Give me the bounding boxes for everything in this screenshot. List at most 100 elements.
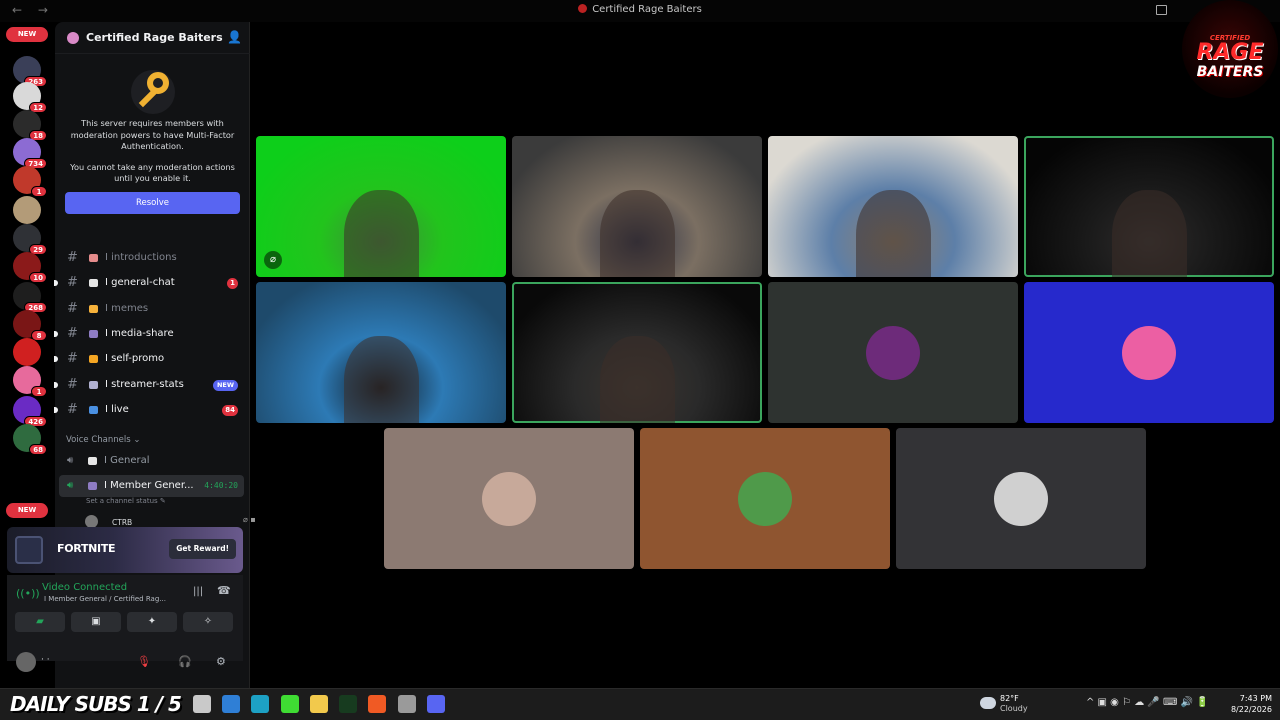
participant-silhouette xyxy=(855,189,931,277)
new-badge-top[interactable]: NEW xyxy=(6,27,48,42)
disconnect-icon[interactable]: ☎ xyxy=(217,584,231,597)
voice-member-name: CTRB xyxy=(112,518,133,527)
connection-status[interactable]: Video Connected xyxy=(42,582,127,593)
edge-icon[interactable] xyxy=(251,695,269,713)
voice-channel-member-general[interactable]: 🔊︎ I Member Gener... 4:40:20 xyxy=(59,475,244,497)
set-channel-status[interactable]: Set a channel status ✎ xyxy=(86,497,166,505)
vscode-icon[interactable] xyxy=(222,695,240,713)
channel-emoji-icon xyxy=(89,304,98,313)
username[interactable]: · · xyxy=(41,655,50,665)
mfa-notice: This server requires members with modera… xyxy=(55,62,250,214)
unread-indicator xyxy=(54,330,58,337)
server-icon[interactable]: 1 xyxy=(13,166,47,197)
noise-suppression-icon[interactable]: ||| xyxy=(193,586,203,597)
channel-name: I general-chat xyxy=(105,277,175,289)
hash-icon: # xyxy=(67,300,78,316)
clock[interactable]: 7:43 PM 8/22/2026 xyxy=(1226,693,1272,715)
logo-line-3: BAITERS xyxy=(1196,64,1264,80)
participant-avatar-tile[interactable] xyxy=(640,428,890,569)
server-name: Certified Rage Baiters xyxy=(86,31,223,44)
participant-avatar-tile[interactable] xyxy=(768,282,1018,423)
server-icon[interactable] xyxy=(13,338,41,366)
server-icon[interactable]: 734 xyxy=(13,138,47,169)
mention-count-badge: 1 xyxy=(31,386,47,397)
fortnite-promo-banner[interactable]: FORTNITE Get Reward! xyxy=(7,527,243,573)
inbox-icon[interactable] xyxy=(1156,5,1167,15)
server-icon[interactable]: 1 xyxy=(13,366,47,397)
new-badge-bottom[interactable]: NEW xyxy=(6,503,48,518)
get-reward-button[interactable]: Get Reward! xyxy=(169,539,236,559)
server-header[interactable]: Certified Rage Baiters ⌄ 👤 xyxy=(55,22,250,54)
hash-icon: # xyxy=(67,275,78,291)
daily-subs-overlay: DAILY SUBS 1 / 5 xyxy=(10,692,182,716)
text-channel[interactable]: # I memes xyxy=(55,299,250,319)
text-channel[interactable]: # I introductions xyxy=(55,248,250,268)
participant-silhouette xyxy=(1111,189,1187,277)
signal-icon[interactable]: ((•)) xyxy=(16,585,40,603)
window-title: Certified Rage Baiters xyxy=(0,4,1280,15)
avatar[interactable] xyxy=(16,652,36,672)
resolve-button[interactable]: Resolve xyxy=(65,191,240,214)
hash-icon: # xyxy=(67,325,78,341)
title-bar: ← → Certified Rage Baiters xyxy=(0,0,1280,22)
camera-button[interactable]: ▰ xyxy=(15,612,65,632)
mfa-message: This server requires members with modera… xyxy=(70,118,235,151)
mention-count-badge: 1 xyxy=(31,186,47,197)
folder-icon[interactable] xyxy=(310,695,328,713)
avatar xyxy=(866,325,920,380)
server-icon[interactable]: 68 xyxy=(13,424,47,455)
participant-avatar-tile[interactable] xyxy=(384,428,634,569)
hash-icon: # xyxy=(67,376,78,392)
mention-count-badge: 84 xyxy=(222,404,238,416)
participant-video-tile[interactable] xyxy=(1024,136,1274,277)
obs-icon[interactable] xyxy=(398,695,416,713)
voice-channels-header[interactable]: Voice Channels ⌄ xyxy=(66,435,140,445)
promo-game-title: FORTNITE xyxy=(57,542,116,555)
kick-icon[interactable] xyxy=(281,695,299,713)
server-icon[interactable]: 8 xyxy=(13,310,47,341)
text-channel[interactable]: # I streamer-stats NEW xyxy=(54,375,250,395)
server-icon[interactable]: 263 xyxy=(13,56,47,87)
hash-icon: # xyxy=(67,351,78,367)
speaker-icon: 🔊︎ xyxy=(67,480,74,491)
headset-icon[interactable]: 🎧 xyxy=(178,655,192,668)
soundboard-button[interactable]: ✧ xyxy=(183,612,233,632)
server-icon[interactable]: 29 xyxy=(13,224,47,255)
participant-video-tile[interactable] xyxy=(256,282,506,423)
voice-timer: 4:40:20 xyxy=(204,481,238,490)
participant-silhouette xyxy=(599,335,675,423)
participant-video-tile[interactable]: ⌀ xyxy=(256,136,506,277)
participant-avatar-tile[interactable] xyxy=(896,428,1146,569)
server-icon[interactable] xyxy=(13,196,41,224)
window-title-text: Certified Rage Baiters xyxy=(592,4,702,15)
text-channel[interactable]: # I self-promo xyxy=(54,349,250,369)
terminal-icon[interactable] xyxy=(339,695,357,713)
participant-video-tile[interactable] xyxy=(512,136,762,277)
system-tray[interactable]: ^ ▣ ◉ ⚐ ☁ 🎤 ⌨ 🔊 🔋 xyxy=(1086,697,1209,708)
participant-video-tile[interactable] xyxy=(512,282,762,423)
brave-icon[interactable] xyxy=(368,695,386,713)
connection-location[interactable]: I Member General / Certified Rag... xyxy=(44,595,166,603)
server-icon[interactable]: 18 xyxy=(13,110,47,141)
mic-icon[interactable]: 🎙 xyxy=(137,655,151,668)
voice-channel-general[interactable]: 🔊︎ I General xyxy=(59,450,244,472)
screen-share-button[interactable]: ▣ xyxy=(71,612,121,632)
text-channel[interactable]: # I media-share xyxy=(54,324,250,344)
participant-avatar-tile[interactable] xyxy=(1024,282,1274,423)
settings-icon[interactable]: ⚙ xyxy=(216,655,226,668)
add-user-icon[interactable]: 👤 xyxy=(227,30,242,44)
channel-emoji-icon xyxy=(89,380,98,389)
server-icon[interactable]: 10 xyxy=(13,252,47,283)
activity-button[interactable]: ✦ xyxy=(127,612,177,632)
channel-emoji-icon xyxy=(89,329,98,338)
text-channel[interactable]: # I general-chat 1 xyxy=(54,273,250,293)
participant-video-tile[interactable] xyxy=(768,136,1018,277)
server-icon[interactable]: 426 xyxy=(13,396,47,427)
discord-icon[interactable] xyxy=(427,695,445,713)
mfa-warning: You cannot take any moderation actions u… xyxy=(70,161,235,184)
file-explorer-icon[interactable] xyxy=(193,695,211,713)
key-icon xyxy=(127,62,179,118)
server-icon[interactable]: 268 xyxy=(13,282,47,313)
server-icon[interactable]: 12 xyxy=(13,82,47,113)
text-channel[interactable]: # I live 84 xyxy=(54,400,250,420)
